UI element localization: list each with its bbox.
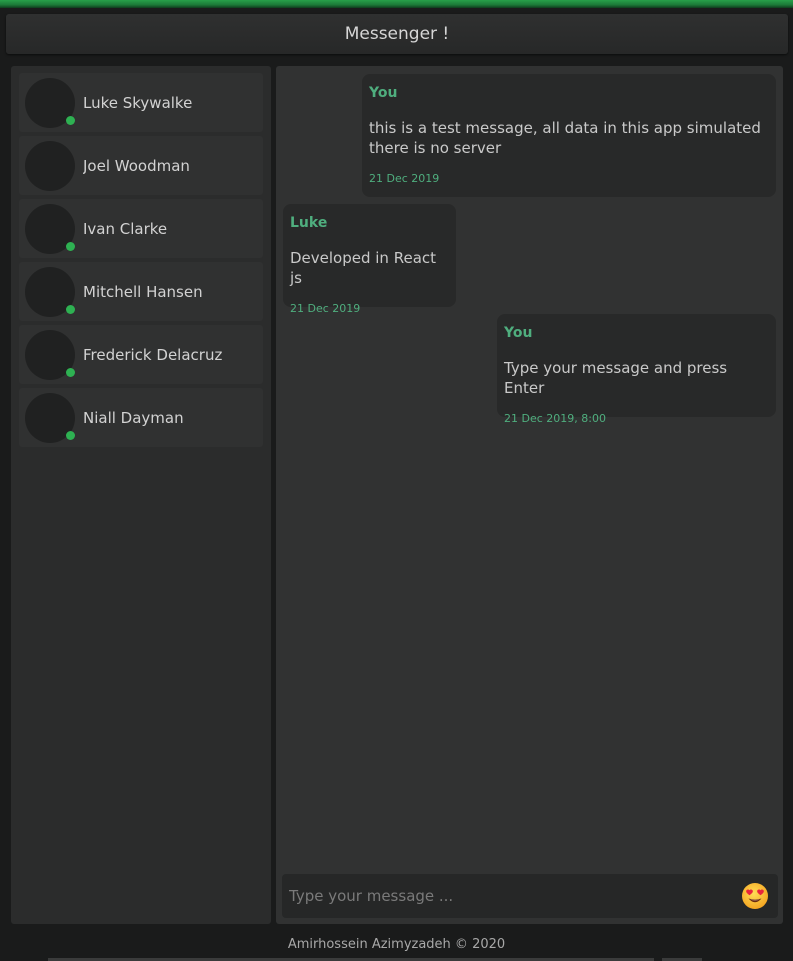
avatar	[25, 203, 75, 254]
contact-item[interactable]: Ivan Clarke	[19, 199, 263, 258]
contact-item[interactable]: Mitchell Hansen	[19, 262, 263, 321]
online-status-dot	[66, 115, 75, 125]
app-title: Messenger !	[344, 24, 450, 44]
contact-item[interactable]: Niall Dayman	[19, 388, 263, 447]
message-composer	[282, 874, 778, 918]
message-timestamp: 21 Dec 2019, 8:00	[504, 412, 606, 425]
avatar	[25, 140, 75, 191]
avatar	[25, 266, 75, 317]
contact-name: Mitchell Hansen	[83, 282, 203, 301]
message-timestamp: 21 Dec 2019	[369, 172, 440, 185]
contact-item[interactable]: Luke Skywalke	[19, 73, 263, 132]
contacts-sidebar: Luke Skywalke Joel Woodman Ivan Clarke M…	[11, 66, 271, 924]
message-text: Type your message and press Enter	[504, 359, 728, 397]
contact-name: Niall Dayman	[83, 408, 184, 427]
chat-panel: You this is a test message, all data in …	[276, 66, 783, 924]
message-bubble-incoming: Luke Developed in React js 21 Dec 2019	[283, 204, 456, 315]
message-author: You	[369, 85, 398, 101]
contact-name: Joel Woodman	[83, 156, 190, 175]
avatar	[25, 329, 75, 380]
contact-item[interactable]: Joel Woodman	[19, 136, 263, 195]
top-accent-bar	[0, 0, 793, 8]
contact-name: Frederick Delacruz	[83, 345, 223, 364]
footer-credit: Amirhossein Azimyzadeh © 2020	[287, 937, 506, 952]
message-bubble-outgoing: You this is a test message, all data in …	[362, 74, 776, 197]
message-bubble-outgoing: You Type your message and press Enter 21…	[497, 314, 776, 425]
avatar	[25, 392, 75, 443]
footer: Amirhossein Azimyzadeh © 2020	[0, 930, 793, 961]
message-input[interactable]	[282, 874, 741, 918]
avatar	[25, 77, 75, 128]
smiling-face-with-heart-eyes-icon[interactable]	[741, 882, 769, 910]
contact-item[interactable]: Frederick Delacruz	[19, 325, 263, 384]
online-status-dot	[66, 430, 75, 440]
online-status-dot	[66, 367, 75, 377]
online-status-dot	[66, 304, 75, 314]
message-text: Developed in React js	[290, 249, 437, 287]
message-author: Luke	[290, 215, 328, 231]
contact-name: Luke Skywalke	[83, 93, 193, 112]
contact-name: Ivan Clarke	[83, 219, 168, 238]
online-status-dot	[66, 241, 75, 251]
message-text: this is a test message, all data in this…	[369, 119, 761, 157]
message-author: You	[504, 325, 533, 341]
message-timestamp: 21 Dec 2019	[290, 302, 361, 315]
app-header: Messenger !	[6, 14, 788, 54]
